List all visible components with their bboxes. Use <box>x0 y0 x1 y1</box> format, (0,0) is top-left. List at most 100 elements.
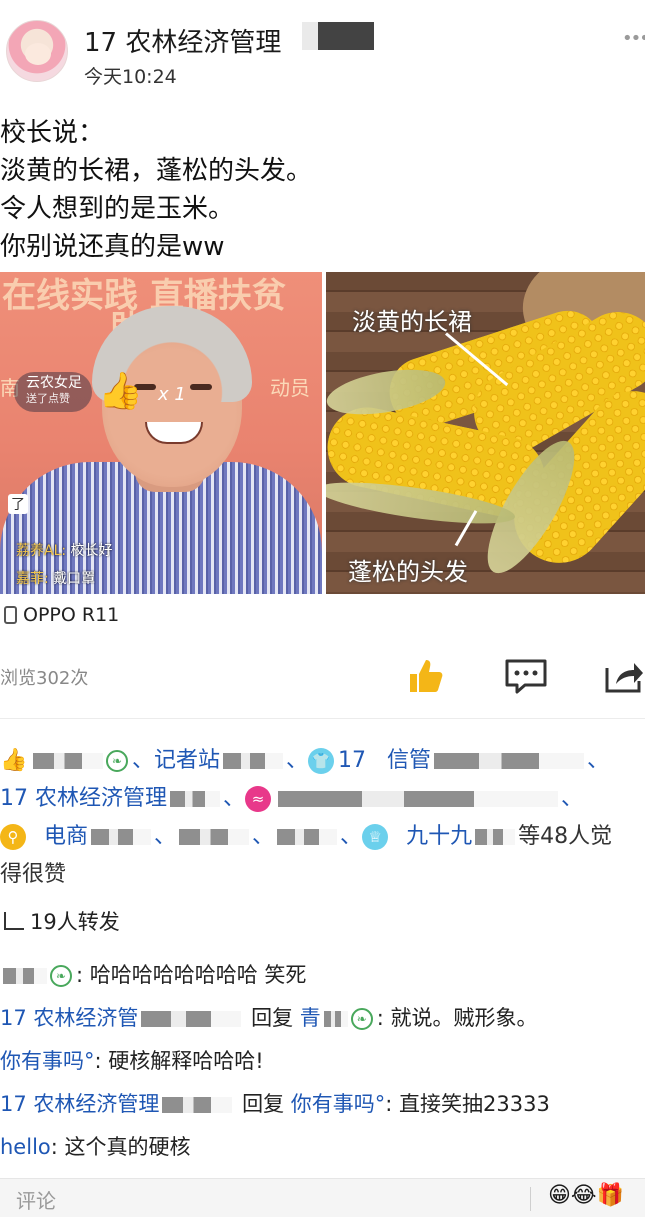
post-header: 17 农林经济管理 今天10:24 ••• <box>0 0 645 100</box>
comment-text: : 这个真的硬核 <box>50 1135 191 1159</box>
comment-user[interactable]: 你有事吗° <box>0 1049 95 1073</box>
share-icon[interactable] <box>604 658 644 694</box>
separator: 、 <box>587 748 610 773</box>
likes-list: 👍 ❧ 、记者站、 👕 17 信管、 17 农林经济管理、 ≈、 ⚲ 电商、、、 ♕ 九十九… <box>0 742 640 894</box>
comment-bar: 评论 😁😂🎁 <box>0 1178 645 1217</box>
separator: 、 <box>223 786 246 811</box>
redacted-name <box>91 829 152 845</box>
chat-bubble: 了 <box>8 494 28 514</box>
gift-count: x 1 <box>158 384 186 405</box>
view-count: 浏览302次 <box>0 668 89 689</box>
comment-user[interactable]: hello <box>0 1135 51 1159</box>
chat-text: 戴口罩 <box>53 571 96 587</box>
comment-user[interactable]: 17 农林经济管 <box>0 1006 138 1030</box>
reply-target[interactable]: 青 <box>300 1006 321 1030</box>
divider <box>0 718 645 719</box>
redacted-name <box>162 1097 233 1113</box>
forward-count-label: 19人转发 <box>30 910 120 934</box>
chat-user: 荔养AL: <box>16 543 67 559</box>
comment-icon[interactable] <box>504 658 548 694</box>
more-options-icon[interactable]: ••• <box>622 28 645 49</box>
annotation-hair: 蓬松的头发 <box>348 558 468 586</box>
post-line: 你别说还真的是ww <box>0 232 225 262</box>
likes-line: ⚲ 电商、、、 ♕ 九十九 等48人觉 <box>0 818 640 856</box>
comment-text: : 直接笑抽23333 <box>385 1092 550 1116</box>
redacted-name <box>434 753 585 769</box>
author-name-redaction <box>302 22 374 50</box>
action-row: 浏览302次 <box>0 652 645 702</box>
likes-summary-tail: 得很赞 <box>0 862 67 887</box>
device-name: OPPO R11 <box>23 604 120 626</box>
gift-action: 送了点赞 <box>26 392 70 405</box>
likes-line: 👍 ❧ 、记者站、 👕 17 信管、 <box>0 742 640 780</box>
post-line: 校长说： <box>0 118 105 148</box>
post-time: 今天10:24 <box>84 66 177 88</box>
redacted-name <box>223 753 284 769</box>
thumbs-up-icon: 👍 <box>98 371 143 412</box>
separator: 、 <box>561 786 584 811</box>
redacted-name <box>170 791 220 807</box>
divider <box>530 1187 531 1211</box>
post-body: 校长说： 淡黄的长裙，蓬松的头发。 令人想到的是玉米。 你别说还真的是ww <box>0 114 640 266</box>
liker-name[interactable]: 信管 <box>387 748 431 773</box>
liker-name[interactable]: 电商 <box>44 824 88 849</box>
banner-text-right: 动员 <box>270 376 310 400</box>
comment-item[interactable]: ❧: 哈哈哈哈哈哈哈哈 笑死 <box>0 954 645 997</box>
phone-icon <box>4 606 17 624</box>
leaf-icon: ❧ <box>50 965 72 987</box>
likes-line: 17 农林经济管理、 ≈、 <box>0 780 640 818</box>
liker-name[interactable]: 17 农林经济管理 <box>0 786 167 811</box>
comment-item[interactable]: 17 农林经济管理 回复 你有事吗°: 直接笑抽23333 <box>0 1083 645 1126</box>
eye-right <box>190 384 212 390</box>
comment-item[interactable]: 你有事吗°: 硬核解释哈哈哈! <box>0 1040 645 1083</box>
comment-item[interactable]: 17 农林经济管 回复 青 ❧: 就说。贼形象。 <box>0 997 645 1040</box>
user-avatar[interactable] <box>6 20 68 82</box>
chat-text: 校长好 <box>70 543 113 559</box>
comment-item[interactable]: hello: 这个真的硬核 <box>0 1126 645 1169</box>
thumbs-up-icon: 👍 <box>0 748 28 773</box>
forward-count[interactable]: 19人转发 <box>4 906 120 936</box>
separator: 、 <box>340 824 363 849</box>
emoji-picker-icon[interactable]: 😁😂🎁 <box>548 1183 624 1208</box>
separator: 、 <box>154 824 177 849</box>
liker-name[interactable]: 九十九 <box>406 824 472 849</box>
annotation-skirt: 淡黄的长裙 <box>352 308 472 336</box>
liker-name[interactable]: 17 <box>338 748 366 773</box>
comment-input[interactable]: 评论 <box>16 1185 56 1214</box>
leaf-icon: ❧ <box>106 750 128 772</box>
crown-badge-icon: ♕ <box>362 824 389 850</box>
comment-list: ❧: 哈哈哈哈哈哈哈哈 笑死 17 农林经济管 回复 青 ❧: 就说。贼形象。 你… <box>0 954 645 1169</box>
post-photo-principal[interactable]: 在线实践 直播扶贫 助 南 动员 云农女足 送了点赞 👍 x 1 了 荔养AL:… <box>0 272 322 594</box>
comment-text: : 哈哈哈哈哈哈哈哈 笑死 <box>76 963 307 987</box>
liker-name[interactable]: 记者站 <box>154 748 220 773</box>
post-line: 淡黄的长裙，蓬松的头发。 <box>0 156 313 186</box>
comment-text: : 就说。贼形象。 <box>376 1006 538 1030</box>
separator: 、 <box>132 748 155 773</box>
reply-target[interactable]: 你有事吗° <box>291 1092 386 1116</box>
device-info: OPPO R11 <box>4 604 119 626</box>
redacted-name[interactable] <box>33 753 103 769</box>
forward-icon <box>4 912 24 930</box>
gift-notification: 云农女足 送了点赞 <box>14 372 92 412</box>
likes-summary[interactable]: 等48人觉 <box>518 824 612 849</box>
redacted-name <box>3 968 47 984</box>
live-chat-message: 嘉菲: 戴口罩 <box>16 568 95 588</box>
leaf-icon: ❧ <box>350 1008 373 1030</box>
redacted-name <box>475 829 516 845</box>
comment-user[interactable]: 17 农林经济管理 <box>0 1092 159 1116</box>
separator: 、 <box>286 748 309 773</box>
pink-badge-icon: ≈ <box>245 786 272 812</box>
author-name[interactable]: 17 农林经济管理 <box>84 22 281 59</box>
redacted-name <box>277 829 338 845</box>
reply-label: 回复 <box>242 1092 285 1116</box>
post-line: 令人想到的是玉米。 <box>0 194 235 224</box>
redacted-name <box>141 1011 242 1027</box>
redacted-name <box>179 829 250 845</box>
comment-text: : 硬核解释哈哈哈! <box>94 1049 264 1073</box>
separator: 、 <box>252 824 275 849</box>
redacted-name <box>278 791 559 807</box>
post-photo-corn[interactable]: 淡黄的长裙 蓬松的头发 <box>326 272 645 594</box>
magnifier-badge-icon: ⚲ <box>0 824 26 850</box>
like-button[interactable] <box>406 656 446 696</box>
redacted-name <box>323 1011 348 1027</box>
